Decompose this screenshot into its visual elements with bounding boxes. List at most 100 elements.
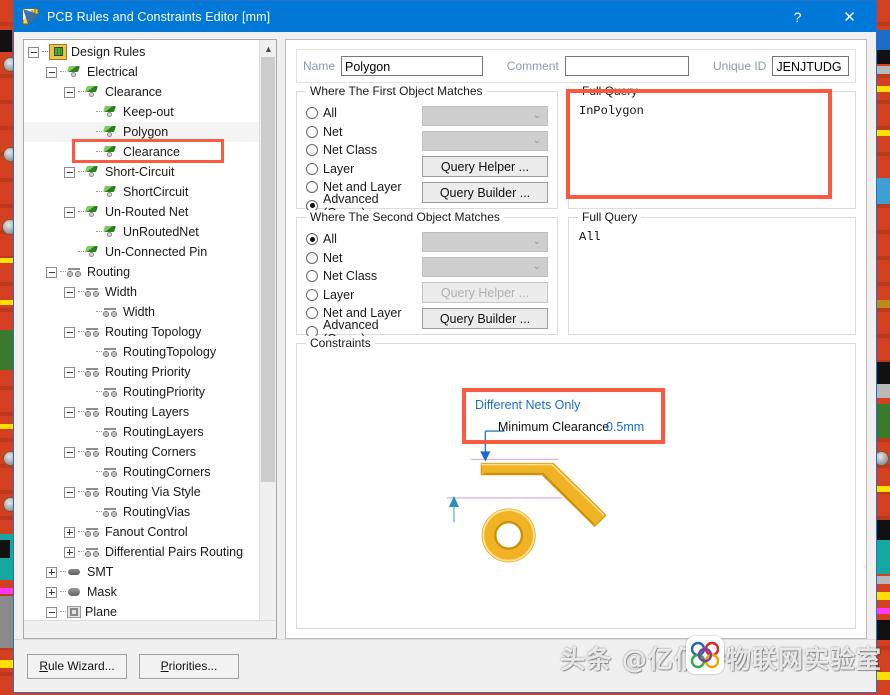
- first-object-radio-all[interactable]: All: [306, 104, 418, 123]
- tree-item-short-circuit[interactable]: Short-Circuit: [24, 162, 276, 182]
- first-object-netclass-combo[interactable]: ⌄: [422, 131, 548, 151]
- tree-item-clearance[interactable]: Clearance: [24, 142, 276, 162]
- priorities-button[interactable]: Priorities...: [139, 653, 239, 679]
- tree-item-routing[interactable]: Routing: [24, 262, 276, 282]
- second-object-radio-all[interactable]: All: [306, 230, 418, 249]
- expand-icon[interactable]: [64, 526, 75, 538]
- minimum-clearance-value[interactable]: 0.5mm: [606, 420, 644, 434]
- radio-button-icon[interactable]: [306, 125, 318, 138]
- chevron-down-icon: ⌄: [532, 261, 541, 272]
- collapse-icon[interactable]: [64, 366, 75, 378]
- tree-item-design-rules[interactable]: Design Rules: [24, 42, 276, 62]
- first-query-helper-button[interactable]: Query Helper ...: [422, 156, 548, 177]
- tree-item-unroutednet[interactable]: UnRoutedNet: [24, 222, 276, 242]
- collapse-icon[interactable]: [64, 86, 75, 98]
- unique-id-input[interactable]: JENJTUDG: [772, 56, 849, 76]
- tree-item-routingvias[interactable]: RoutingVias: [24, 502, 276, 522]
- collapse-icon[interactable]: [46, 606, 57, 618]
- second-object-radio-layer[interactable]: Layer: [306, 286, 418, 305]
- collapse-icon[interactable]: [64, 326, 75, 338]
- pcb-trace: [0, 424, 13, 429]
- help-button[interactable]: ?: [775, 1, 820, 32]
- first-object-radio-net[interactable]: Net: [306, 123, 418, 142]
- rules-tree[interactable]: Design Rules Electrical Clearance Keep-out P…: [24, 40, 276, 620]
- first-full-query-group[interactable]: Full Query InPolygon: [568, 84, 856, 209]
- tree-item-label: Plane: [85, 605, 117, 619]
- tree-item-keep-out[interactable]: Keep-out: [24, 102, 276, 122]
- tree-item-routing-topology[interactable]: Routing Topology: [24, 322, 276, 342]
- tree-item-mask[interactable]: Mask: [24, 582, 276, 602]
- tree-item-routingtopology[interactable]: RoutingTopology: [24, 342, 276, 362]
- second-query-builder-button[interactable]: Query Builder ...: [422, 308, 548, 329]
- comment-input[interactable]: [564, 56, 689, 76]
- collapse-icon[interactable]: [64, 286, 75, 298]
- tree-item-width[interactable]: Width: [24, 282, 276, 302]
- first-object-net-combo[interactable]: ⌄: [422, 106, 548, 126]
- radio-button-icon[interactable]: [306, 162, 318, 175]
- first-object-radio-net-class[interactable]: Net Class: [306, 141, 418, 160]
- tree-item-routing-priority[interactable]: Routing Priority: [24, 362, 276, 382]
- tree-item-routing-via-style[interactable]: Routing Via Style: [24, 482, 276, 502]
- second-object-net-combo[interactable]: ⌄: [422, 232, 548, 252]
- chevron-down-icon: ⌄: [532, 110, 541, 121]
- tree-item-routingcorners[interactable]: RoutingCorners: [24, 462, 276, 482]
- tree-item-label: Electrical: [87, 65, 138, 79]
- tree-scroll-thumb[interactable]: [261, 57, 275, 482]
- radio-button-icon[interactable]: [306, 251, 318, 264]
- tree-horizontal-scrollbar[interactable]: [24, 620, 276, 638]
- radio-button-icon[interactable]: [306, 107, 318, 120]
- collapse-icon[interactable]: [46, 266, 57, 278]
- collapse-icon[interactable]: [64, 486, 75, 498]
- tree-item-clearance[interactable]: Clearance: [24, 82, 276, 102]
- radio-button-icon[interactable]: [306, 307, 318, 320]
- second-object-radio-group[interactable]: All Net Net Class Layer Net and Layer Advance…: [306, 230, 418, 346]
- radio-button-icon[interactable]: [306, 270, 318, 283]
- second-object-netclass-combo[interactable]: ⌄: [422, 257, 548, 277]
- second-full-query-group[interactable]: Full Query All: [568, 210, 856, 335]
- first-object-radio-group[interactable]: All Net Net Class Layer Net and Layer Advance…: [306, 104, 418, 220]
- tree-item-routinglayers[interactable]: RoutingLayers: [24, 422, 276, 442]
- expand-icon[interactable]: [64, 546, 75, 558]
- collapse-icon[interactable]: [64, 406, 75, 418]
- collapse-icon[interactable]: [64, 446, 75, 458]
- tree-item-differential-pairs-routing[interactable]: Differential Pairs Routing: [24, 542, 276, 562]
- first-query-builder-button[interactable]: Query Builder ...: [422, 182, 548, 203]
- radio-button-icon[interactable]: [306, 233, 318, 246]
- tree-item-smt[interactable]: SMT: [24, 562, 276, 582]
- tree-item-fanout-control[interactable]: Fanout Control: [24, 522, 276, 542]
- tree-vertical-scrollbar[interactable]: ▲ ▼: [259, 40, 276, 638]
- tree-item-un-routed-net[interactable]: Un-Routed Net: [24, 202, 276, 222]
- second-object-radio-net-class[interactable]: Net Class: [306, 267, 418, 286]
- tree-item-electrical[interactable]: Electrical: [24, 62, 276, 82]
- rules-tree-panel[interactable]: Design Rules Electrical Clearance Keep-out P…: [23, 39, 277, 639]
- expand-icon[interactable]: [46, 566, 57, 578]
- expand-icon[interactable]: [46, 586, 57, 598]
- collapse-icon[interactable]: [64, 206, 75, 218]
- tree-item-plane[interactable]: Plane: [24, 602, 276, 620]
- radio-button-icon[interactable]: [306, 144, 318, 157]
- tree-item-routing-corners[interactable]: Routing Corners: [24, 442, 276, 462]
- different-nets-only-label: Different Nets Only: [475, 398, 581, 412]
- first-object-radio-layer[interactable]: Layer: [306, 160, 418, 179]
- radio-button-icon[interactable]: [306, 181, 318, 194]
- chevron-up-icon[interactable]: ▲: [260, 40, 276, 57]
- tree-item-routing-layers[interactable]: Routing Layers: [24, 402, 276, 422]
- tree-item-label: Routing: [87, 265, 131, 279]
- tree-item-width[interactable]: Width: [24, 302, 276, 322]
- radio-button-icon[interactable]: [306, 288, 318, 301]
- tree-item-shortcircuit[interactable]: ShortCircuit: [24, 182, 276, 202]
- collapse-icon[interactable]: [64, 166, 75, 178]
- tree-item-routingpriority[interactable]: RoutingPriority: [24, 382, 276, 402]
- collapse-icon[interactable]: [46, 66, 57, 78]
- name-input[interactable]: Polygon: [341, 56, 483, 76]
- comment-label: Comment: [506, 59, 559, 73]
- tree-item-label: Un-Connected Pin: [105, 245, 208, 259]
- tree-item-polygon[interactable]: Polygon: [24, 122, 276, 142]
- second-object-radio-net[interactable]: Net: [306, 249, 418, 268]
- collapse-icon[interactable]: [28, 46, 39, 58]
- rule-wizard-button[interactable]: Rule Wizard...: [27, 653, 127, 679]
- tree-item-un-connected-pin[interactable]: Un-Connected Pin: [24, 242, 276, 262]
- close-button[interactable]: ✕: [827, 1, 872, 32]
